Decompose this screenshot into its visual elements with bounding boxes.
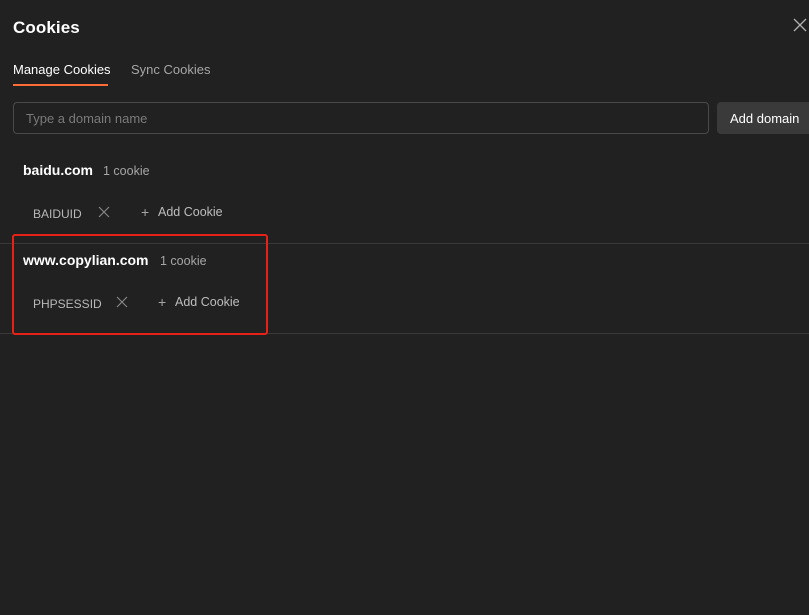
plus-icon: + — [158, 294, 167, 310]
tab-sync-cookies[interactable]: Sync Cookies — [131, 62, 210, 77]
plus-icon: + — [141, 204, 150, 220]
close-icon — [793, 18, 807, 32]
remove-cookie-button[interactable] — [116, 296, 128, 308]
tab-manage-cookies[interactable]: Manage Cookies — [13, 62, 111, 77]
cookie-chip-baiduid[interactable]: BAIDUID — [33, 207, 82, 221]
add-domain-button[interactable]: Add domain — [717, 102, 809, 134]
close-icon — [116, 296, 128, 308]
add-cookie-label: Add Cookie — [158, 205, 223, 219]
modal-title: Cookies — [13, 18, 80, 37]
close-button[interactable] — [793, 18, 809, 36]
cookie-chip-phpsessid[interactable]: PHPSESSID — [33, 297, 102, 311]
domain-name: baidu.com — [23, 162, 94, 178]
close-icon — [98, 206, 110, 218]
active-tab-indicator — [13, 84, 108, 86]
domain-input[interactable] — [13, 102, 709, 134]
domain-name: www.copylian.com — [23, 252, 149, 268]
cookie-count: 1 cookie — [160, 254, 207, 268]
remove-cookie-button[interactable] — [98, 206, 110, 218]
domain-group-copylian: www.copylian.com 1 cookie PHPSESSID + Ad… — [0, 244, 809, 334]
cookie-count: 1 cookie — [103, 164, 150, 178]
cookies-modal: Cookies Manage Cookies Sync Cookies Add … — [0, 0, 809, 615]
domain-group-baidu: baidu.com 1 cookie BAIDUID + Add Cookie — [0, 154, 809, 244]
add-cookie-label: Add Cookie — [175, 295, 240, 309]
